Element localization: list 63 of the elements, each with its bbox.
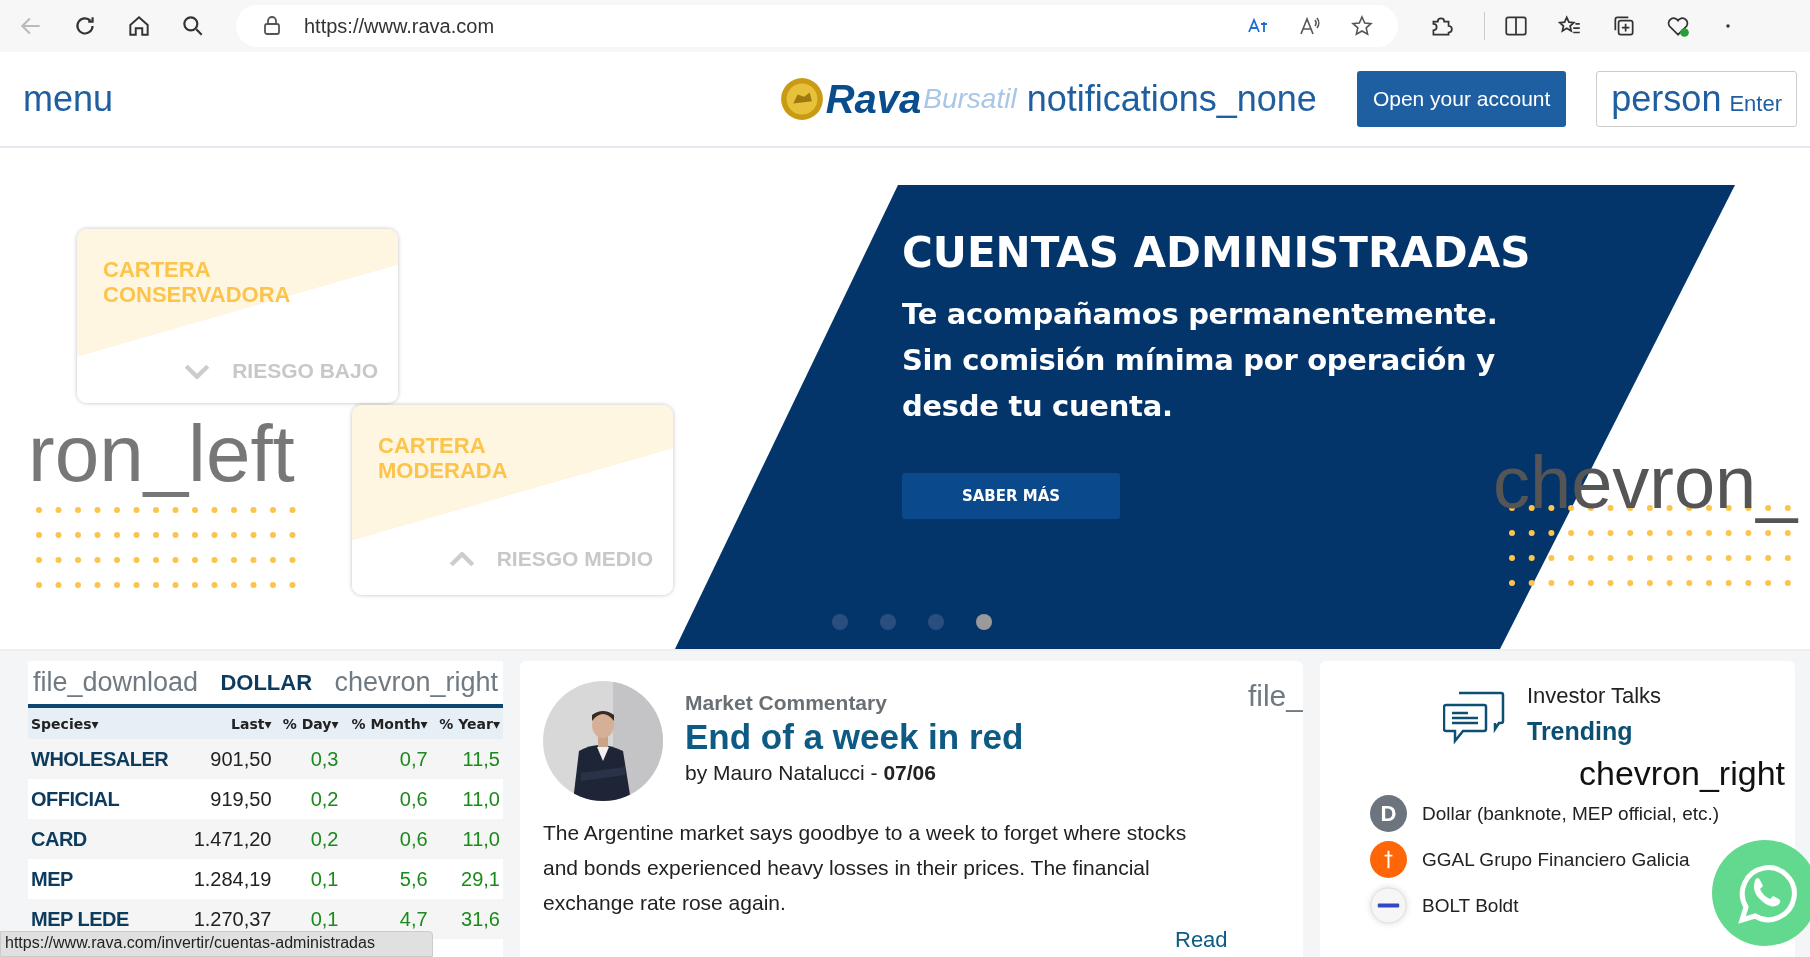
table-cell: 0,2 xyxy=(274,819,342,859)
column-header[interactable]: % Year▾ xyxy=(430,708,503,739)
next-button[interactable]: chevron_right xyxy=(334,667,498,698)
table-cell: OFFICIAL xyxy=(28,779,184,819)
card-title: Investor Talks xyxy=(1527,683,1662,709)
read-link[interactable]: Read xyxy=(1175,927,1228,953)
home-icon[interactable] xyxy=(126,13,152,39)
table-cell: 11,0 xyxy=(430,819,503,859)
slide-heading: CUENTAS ADMINISTRADAS xyxy=(902,228,1532,277)
table-cell: WHOLESALER xyxy=(28,739,184,779)
table-cell: 0,6 xyxy=(341,779,431,819)
column-header[interactable]: Last▾ xyxy=(183,708,275,739)
cross-avatar-icon xyxy=(1370,841,1407,878)
table-cell: 0,7 xyxy=(341,739,431,779)
table-cell: 11,5 xyxy=(430,739,503,779)
split-screen-icon[interactable] xyxy=(1503,13,1529,39)
table-cell: 31,6 xyxy=(430,899,503,939)
table-cell: 11,0 xyxy=(430,779,503,819)
table-cell: 0,2 xyxy=(274,779,342,819)
notifications-button[interactable]: notifications_none xyxy=(1026,78,1317,120)
collections-icon[interactable] xyxy=(1611,13,1637,39)
table-cell: 919,50 xyxy=(183,779,275,819)
table-cell: 0,1 xyxy=(274,859,342,899)
byline: by Mauro Natalucci - 07/06 xyxy=(685,761,937,785)
enter-button[interactable]: person Enter xyxy=(1596,71,1797,127)
trending-item[interactable]: GGAL Grupo Financiero Galicia xyxy=(1370,841,1690,878)
article-summary: The Argentine market says goodbye to a week to forget where stocks and bonds experienced heavy losses in their prices. The financial exchange rate rose again. xyxy=(543,820,1188,916)
chevron-down-icon xyxy=(184,363,211,379)
coin-icon xyxy=(779,77,824,121)
menu-button[interactable]: menu xyxy=(23,78,114,120)
table-cell: 1.471,20 xyxy=(183,819,275,859)
column-header[interactable]: % Day▾ xyxy=(274,708,342,739)
chevron-up-icon xyxy=(448,551,475,567)
portfolio-title: CARTERA MODERADA xyxy=(378,433,509,484)
letter-avatar: D xyxy=(1370,795,1407,832)
column-header[interactable]: % Month▾ xyxy=(341,708,431,739)
download-button[interactable]: file_download xyxy=(33,667,199,698)
trending-item[interactable]: BOLT Boldt xyxy=(1370,887,1519,924)
article-title[interactable]: End of a week in red xyxy=(685,717,1283,757)
card-subtitle: Trending xyxy=(1527,717,1634,746)
table-cell: CARD xyxy=(28,819,184,859)
table-cell: 901,50 xyxy=(183,739,275,779)
rava-logo[interactable]: RavaBursatil xyxy=(779,76,1017,122)
table-cell: 29,1 xyxy=(430,859,503,899)
table-cell: 0,6 xyxy=(341,819,431,859)
table-cell: MEP xyxy=(28,859,184,899)
address-bar[interactable]: https://www.rava.com xyxy=(236,5,1398,47)
trending-item[interactable]: D Dollar (banknote, MEP official, etc.) xyxy=(1370,795,1720,832)
portfolio-title: CARTERA CONSERVADORA xyxy=(103,257,292,308)
slide-text: Te acompañamos permanentemente. Sin comisión mínima por operación y desde tu cuenta. xyxy=(902,296,1498,425)
column-header[interactable]: Species▾ xyxy=(28,708,184,739)
table-cell: 5,6 xyxy=(341,859,431,899)
open-account-button[interactable]: Open your account xyxy=(1356,71,1567,127)
url-text: https://www.rava.com xyxy=(304,14,495,38)
company-logo-icon xyxy=(1370,887,1407,924)
table-cell: 1.284,19 xyxy=(183,859,275,899)
next-button[interactable]: chevron_right xyxy=(1579,753,1785,793)
card-title: DOLLAR xyxy=(220,669,313,696)
table-cell: 0,3 xyxy=(274,739,342,779)
learn-more-button[interactable]: SABER MÁS xyxy=(902,473,1120,519)
star-icon[interactable] xyxy=(1350,14,1374,38)
download-button[interactable]: file_ xyxy=(1247,679,1303,713)
status-bar: https://www.rava.com/invertir/cuentas-administradas xyxy=(0,931,433,957)
